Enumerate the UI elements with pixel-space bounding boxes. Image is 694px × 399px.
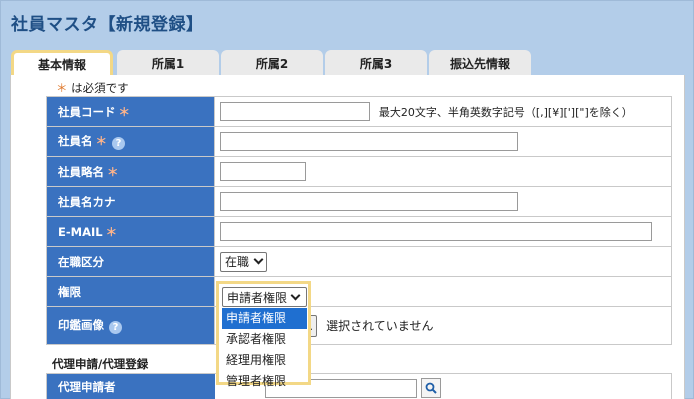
tab-basic-info[interactable]: 基本情報 [11,50,113,78]
row-employee-kana: 社員名カナ [46,186,672,217]
employee-kana-input[interactable] [220,192,518,211]
required-mark: ＊ [56,81,68,95]
file-status-text: 選択されていません [326,319,434,333]
tab-affiliation-2[interactable]: 所属2 [221,50,323,77]
permission-label-text: 権限 [58,284,81,299]
employee-name-label-text: 社員名 [58,134,93,148]
page-title: 社員マスタ【新規登録】 [11,15,204,35]
row-seal-image: 印鑑画像? R 選択されていません [46,306,672,345]
employee-short-name-label-text: 社員略名 [58,164,104,179]
permission-dropdown-highlight: 申請者権限 申請者権限 承認者権限 経理用権限 管理者権限 [216,281,311,388]
question-icon[interactable]: ? [109,321,122,334]
employee-code-hint: 最大20文字、半角英数字記号（[,][¥][']["]を除く） [378,105,633,119]
employee-name-cell [214,126,672,157]
required-mark: ＊ [118,104,131,119]
employee-short-name-label: 社員略名＊ [46,156,215,187]
permission-label: 権限 [46,276,215,307]
employee-code-input[interactable] [220,102,370,121]
employment-status-value: 在職 [225,255,250,269]
permission-options-list: 申請者権限 承認者権限 経理用権限 管理者権限 [222,308,307,392]
row-permission: 権限 [46,276,672,307]
tab-affiliation-3[interactable]: 所属3 [325,50,427,77]
row-proxy-applicant: 代理申請者 [46,373,672,399]
employee-code-cell: 最大20文字、半角英数字記号（[,][¥][']["]を除く） [214,96,672,127]
required-mark: ＊ [95,134,108,148]
employee-name-input[interactable] [220,132,518,151]
employment-status-select[interactable]: 在職 [220,251,268,272]
email-label: E-MAIL ＊ [46,216,215,247]
tab-affiliation-1[interactable]: 所属1 [117,50,219,77]
proxy-search-button[interactable] [421,378,441,398]
proxy-section-title: 代理申請/代理登録 [52,357,149,371]
permission-option[interactable]: 承認者権限 [222,329,307,350]
row-employment-status: 在職区分 在職 [46,246,672,277]
employee-short-name-input[interactable] [220,162,306,181]
email-label-text: E-MAIL [58,224,103,239]
proxy-applicant-label: 代理申請者 [47,374,215,399]
employee-short-name-cell [214,156,672,187]
row-employee-code: 社員コード＊ 最大20文字、半角英数字記号（[,][¥][']["]を除く） [46,96,672,127]
employee-code-label-text: 社員コード [58,104,116,119]
required-note: ＊ は必須です [56,80,129,96]
employee-kana-label: 社員名カナ [46,186,215,217]
seal-image-label: 印鑑画像? [46,306,215,345]
question-icon[interactable]: ? [112,137,125,150]
email-cell [214,216,672,247]
employment-status-label-text: 在職区分 [58,254,104,269]
permission-option[interactable]: 申請者権限 [222,308,307,329]
employee-kana-cell [214,186,672,217]
row-email: E-MAIL ＊ [46,216,672,247]
permission-option[interactable]: 管理者権限 [222,371,307,392]
employee-name-label: 社員名＊? [46,126,215,157]
search-icon [425,382,437,394]
employee-form: 社員コード＊ 最大20文字、半角英数字記号（[,][¥][']["]を除く） 社… [46,96,672,345]
email-field[interactable] [220,222,652,241]
permission-option[interactable]: 経理用権限 [222,350,307,371]
row-employee-name: 社員名＊? [46,126,672,157]
permission-selected-value: 申請者権限 [227,290,288,305]
employee-kana-label-text: 社員名カナ [58,194,116,209]
required-note-text: は必須です [71,81,129,95]
permission-select[interactable]: 申請者権限 [222,287,307,307]
required-mark: ＊ [107,164,119,179]
employment-status-cell: 在職 [214,246,672,277]
employment-status-label: 在職区分 [46,246,215,277]
tab-transfer-info[interactable]: 振込先情報 [429,50,531,77]
chevron-down-icon [290,290,301,300]
seal-image-label-text: 印鑑画像 [58,318,104,332]
required-mark: ＊ [105,224,118,239]
chevron-down-icon [253,254,264,265]
employee-code-label: 社員コード＊ [46,96,215,127]
row-employee-short-name: 社員略名＊ [46,156,672,187]
